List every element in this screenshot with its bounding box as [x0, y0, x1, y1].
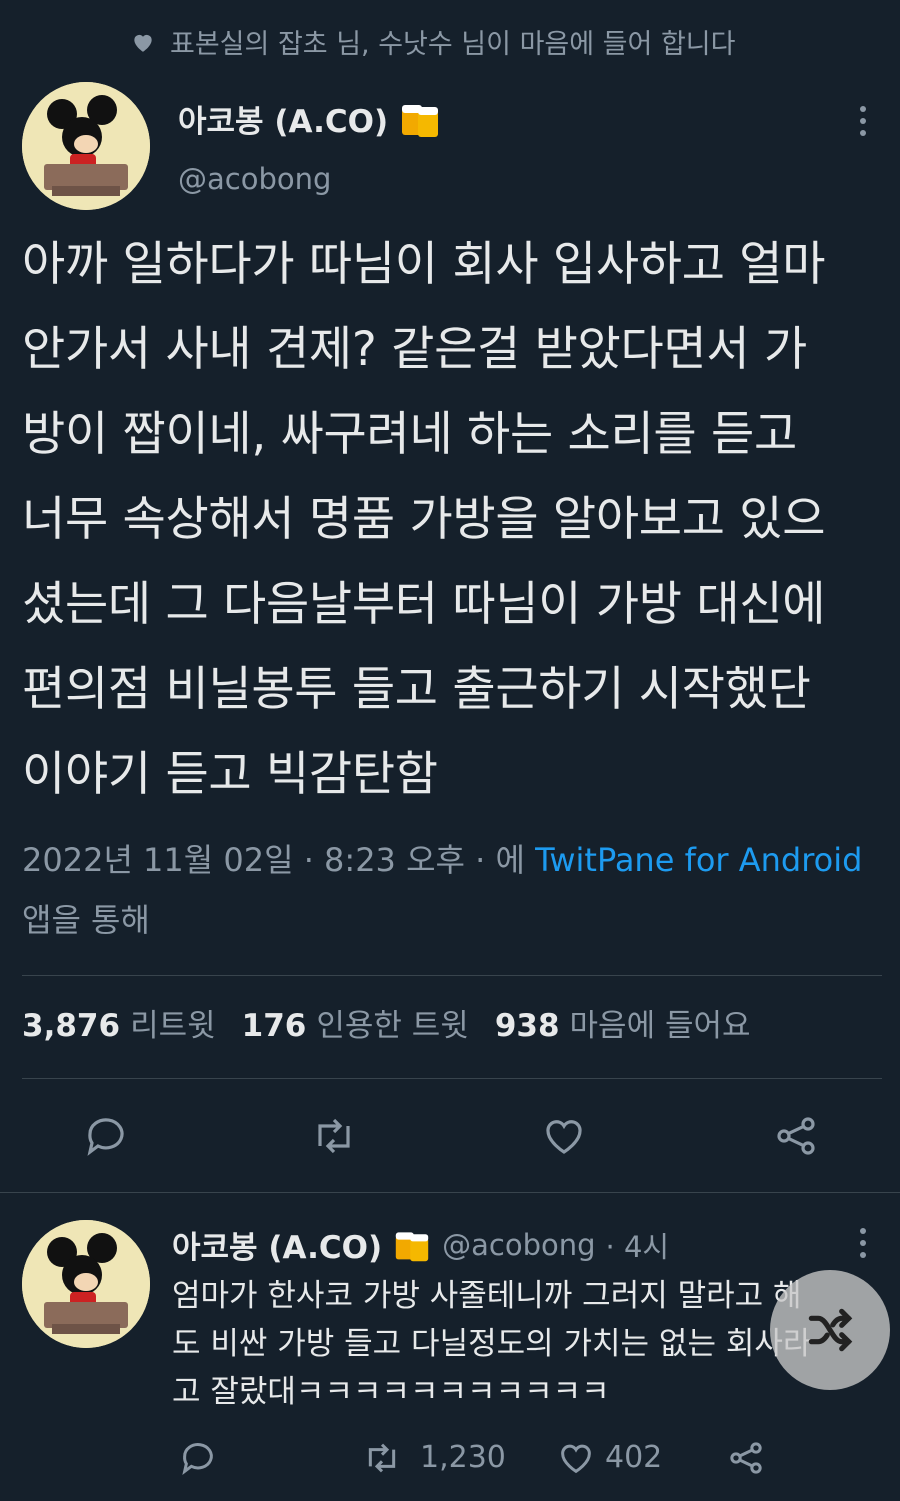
reply-text: 엄마가 한사코 가방 사줄테니까 그러지 말라고 해 도 비싼 가방 들고 다닐… — [172, 1272, 872, 1416]
reply-line: 고 잘랐대ㅋㅋㅋㅋㅋㅋㅋㅋㅋㅋㅋ — [172, 1374, 610, 1410]
like-icon[interactable] — [540, 1112, 588, 1160]
source-suffix: 앱을 통해 — [22, 901, 150, 939]
divider — [22, 975, 882, 976]
avatar[interactable] — [22, 82, 150, 210]
retweet-stat[interactable]: 3,876 리트윗 — [22, 1000, 216, 1045]
tweet-line: 방이 짭이네, 싸구려네 하는 소리를 듣고 — [22, 407, 797, 462]
timestamp[interactable]: 2022년 11월 02일 · 8:23 오후 · 에 — [22, 841, 525, 879]
liked-by-text: 표본실의 잡초 님, 수낫수 님이 마음에 들어 합니다 — [170, 29, 736, 60]
retweet-icon[interactable] — [362, 1438, 402, 1478]
divider — [0, 1192, 900, 1193]
like-stat[interactable]: 938 마음에 들어요 — [495, 1000, 751, 1045]
retweet-icon[interactable] — [310, 1112, 358, 1160]
author-name[interactable]: 아코봉 (A.CO) — [178, 96, 388, 141]
like-count: 402 — [605, 1440, 663, 1475]
divider — [22, 1078, 882, 1079]
reply-avatar[interactable] — [22, 1220, 150, 1348]
quote-stat[interactable]: 176 인용한 트윗 — [242, 1000, 469, 1045]
shuffle-icon — [808, 1308, 853, 1352]
author-handle[interactable]: @acobong — [178, 162, 331, 196]
author-row: 아코봉 (A.CO) — [178, 96, 442, 141]
engagement-stats: 3,876 리트윗 176 인용한 트윗 938 마음에 들어요 — [22, 1000, 751, 1045]
more-options-icon[interactable] — [858, 1228, 868, 1264]
tweet-text: 아까 일하다가 따님이 회사 입사하고 얼마 안가서 사내 견제? 같은걸 받았… — [22, 222, 892, 817]
reply-line: 엄마가 한사코 가방 사줄테니까 그러지 말라고 해 — [172, 1278, 802, 1314]
beer-emoji-icon — [402, 104, 439, 137]
reply-icon[interactable] — [82, 1112, 130, 1160]
social-context: 표본실의 잡초 님, 수낫수 님이 마음에 들어 합니다 — [130, 22, 735, 61]
tweet-line: 셨는데 그 다음날부터 따님이 가방 대신에 — [22, 577, 826, 632]
source-link[interactable]: TwitPane for Android — [535, 841, 862, 879]
reply-author-row: 아코봉 (A.CO) @acobong · 4시 — [172, 1222, 669, 1267]
mickey-avatar-icon — [22, 1220, 150, 1348]
retweet-count: 1,230 — [420, 1440, 506, 1475]
tweet-line: 안가서 사내 견제? 같은걸 받았다면서 가 — [22, 322, 807, 377]
beer-emoji-icon — [395, 1231, 429, 1261]
reply-line: 도 비싼 가방 들고 다닐정도의 가치는 없는 회사라 — [172, 1326, 812, 1362]
share-icon[interactable] — [726, 1438, 766, 1478]
shuffle-button[interactable] — [770, 1270, 890, 1390]
like-icon[interactable] — [556, 1438, 596, 1478]
tweet-meta: 2022년 11월 02일 · 8:23 오후 · 에 TwitPane for… — [22, 830, 882, 950]
tweet-line: 너무 속상해서 명품 가방을 알아보고 있으 — [22, 492, 826, 547]
tweet-line: 이야기 듣고 빅감탄함 — [22, 747, 438, 802]
more-options-icon[interactable] — [858, 106, 868, 142]
reply-time: · 4시 — [605, 1229, 670, 1264]
tweet-line: 편의점 비닐봉투 들고 출근하기 시작했단 — [22, 662, 811, 717]
mickey-avatar-icon — [22, 82, 150, 210]
heart-icon — [134, 34, 152, 52]
share-icon[interactable] — [772, 1112, 820, 1160]
reply-icon[interactable] — [178, 1438, 218, 1478]
reply-author-handle[interactable]: @acobong — [442, 1228, 595, 1262]
reply-author-name[interactable]: 아코봉 (A.CO) — [172, 1222, 382, 1267]
tweet-line: 아까 일하다가 따님이 회사 입사하고 얼마 — [22, 237, 826, 292]
